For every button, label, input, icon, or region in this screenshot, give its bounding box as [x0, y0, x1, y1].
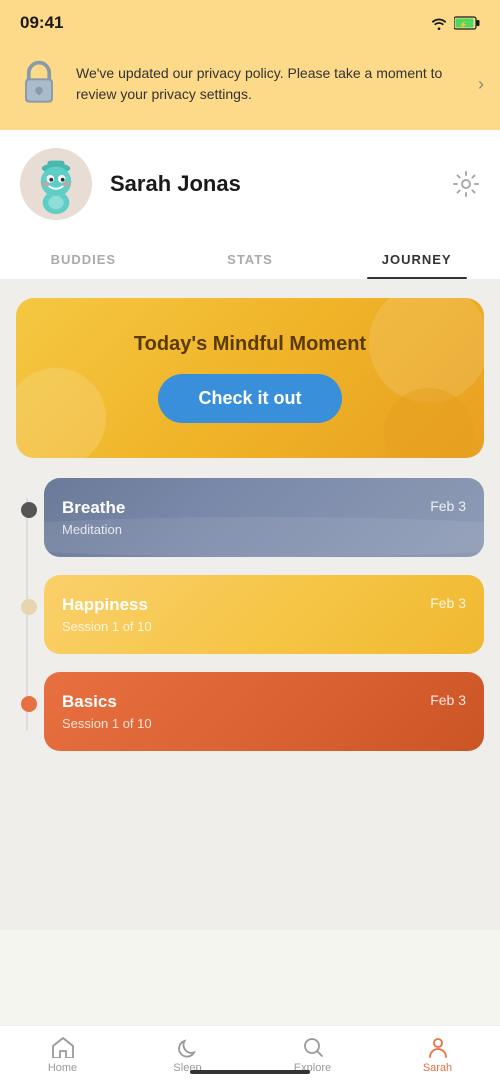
- journey-item-basics[interactable]: Basics Session 1 of 10 Feb 3: [44, 672, 484, 751]
- check-it-out-button[interactable]: Check it out: [158, 374, 341, 423]
- journey-card-subtitle: Session 1 of 10: [62, 619, 152, 634]
- journey-item-happiness[interactable]: Happiness Session 1 of 10 Feb 3: [44, 575, 484, 654]
- nav-item-home[interactable]: Home: [0, 1036, 125, 1074]
- journey-card-subtitle: Meditation: [62, 522, 125, 537]
- tab-journey[interactable]: JOURNEY: [333, 238, 500, 279]
- journey-card-date: Feb 3: [430, 595, 466, 611]
- journey-card-breathe: Breathe Meditation Feb 3: [44, 478, 484, 557]
- journey-card-subtitle: Session 1 of 10: [62, 716, 152, 731]
- wifi-icon: [430, 16, 448, 30]
- svg-text:⚡: ⚡: [459, 20, 468, 29]
- mindful-moment-card: Today's Mindful Moment Check it out: [16, 298, 484, 458]
- journey-card-date: Feb 3: [430, 498, 466, 514]
- journey-list: Breathe Meditation Feb 3 Happiness Sessi…: [16, 478, 484, 751]
- profile-name: Sarah Jonas: [110, 171, 434, 197]
- journey-card-info: Breathe Meditation: [62, 498, 125, 537]
- home-icon: [51, 1036, 75, 1058]
- main-content: Today's Mindful Moment Check it out Brea…: [0, 280, 500, 930]
- journey-card-info: Basics Session 1 of 10: [62, 692, 152, 731]
- timeline-dot-happiness: [21, 599, 37, 615]
- journey-card-title: Breathe: [62, 498, 125, 518]
- privacy-text: We've updated our privacy policy. Please…: [76, 63, 464, 105]
- nav-item-explore[interactable]: Explore: [250, 1036, 375, 1074]
- mindful-title: Today's Mindful Moment: [134, 333, 366, 356]
- nav-item-sleep[interactable]: Sleep: [125, 1036, 250, 1074]
- journey-card-basics: Basics Session 1 of 10 Feb 3: [44, 672, 484, 751]
- tab-stats[interactable]: STATS: [167, 238, 334, 279]
- status-bar: 09:41 ⚡: [0, 0, 500, 44]
- nav-label-sarah: Sarah: [423, 1062, 452, 1074]
- journey-card-date: Feb 3: [430, 692, 466, 708]
- journey-card-title: Happiness: [62, 595, 152, 615]
- settings-icon[interactable]: [452, 170, 480, 198]
- explore-icon: [302, 1036, 324, 1058]
- timeline-dot-basics: [21, 696, 37, 712]
- journey-card-happiness: Happiness Session 1 of 10 Feb 3: [44, 575, 484, 654]
- profile-section: Sarah Jonas: [0, 130, 500, 238]
- journey-card-info: Happiness Session 1 of 10: [62, 595, 152, 634]
- nav-item-sarah[interactable]: Sarah: [375, 1036, 500, 1074]
- tab-buddies[interactable]: BUDDIES: [0, 238, 167, 279]
- tab-bar: BUDDIES STATS JOURNEY: [0, 238, 500, 280]
- journey-item-breathe[interactable]: Breathe Meditation Feb 3: [44, 478, 484, 557]
- avatar: [20, 148, 92, 220]
- status-icons: ⚡: [430, 16, 480, 30]
- nav-label-home: Home: [48, 1062, 77, 1074]
- status-time: 09:41: [20, 13, 63, 33]
- journey-card-title: Basics: [62, 692, 152, 712]
- decoration-br: [384, 388, 474, 458]
- home-indicator: [190, 1070, 310, 1074]
- battery-icon: ⚡: [454, 16, 480, 30]
- character-illustration: [27, 153, 85, 215]
- timeline-dot-breathe: [21, 502, 37, 518]
- privacy-chevron-icon: ›: [478, 74, 484, 95]
- lock-icon: [16, 58, 62, 110]
- privacy-banner[interactable]: We've updated our privacy policy. Please…: [0, 44, 500, 130]
- sleep-icon: [177, 1036, 199, 1058]
- profile-icon: [427, 1036, 449, 1058]
- decoration-left: [16, 368, 106, 458]
